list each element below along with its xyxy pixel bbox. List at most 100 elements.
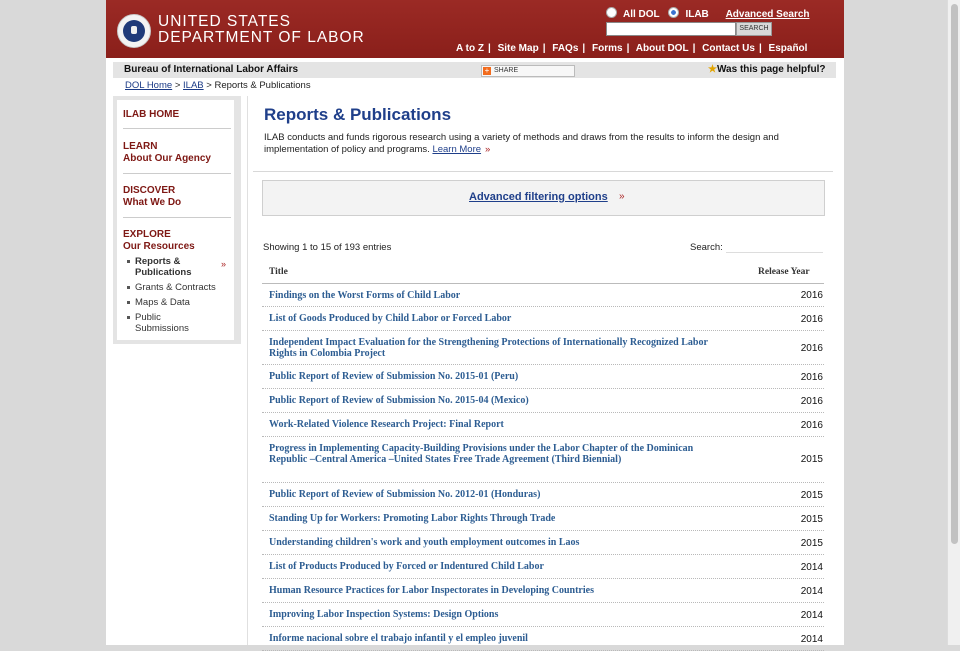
seal-eagle-icon	[123, 20, 145, 42]
row-title-link[interactable]: List of Products Produced by Forced or I…	[269, 561, 719, 572]
sidebar-divider	[123, 217, 231, 218]
table-search-input[interactable]	[726, 238, 823, 253]
row-title-link[interactable]: Standing Up for Workers: Promoting Labor…	[269, 513, 719, 524]
table-row: Understanding children's work and youth …	[262, 531, 824, 555]
table-row: Informe nacional sobre el trabajo infant…	[262, 627, 824, 651]
row-title-link[interactable]: Public Report of Review of Submission No…	[269, 489, 719, 500]
row-year: 2016	[800, 372, 823, 383]
nav-contact-us[interactable]: Contact Us	[702, 43, 755, 54]
row-title-link[interactable]: Understanding children's work and youth …	[269, 537, 719, 548]
sidebar-discover[interactable]: DISCOVER What We Do	[123, 185, 181, 209]
bureau-bar: Bureau of International Labor Affairs + S…	[113, 62, 836, 78]
page-helpful-link[interactable]: ★Was this page helpful?	[708, 64, 826, 75]
agency-line-2: DEPARTMENT OF LABOR	[158, 29, 365, 46]
radio-all-dol[interactable]	[606, 7, 617, 18]
share-label: SHARE	[494, 67, 519, 74]
filter-panel: Advanced filtering options »	[262, 180, 825, 216]
row-year: 2015	[800, 514, 823, 525]
nav-about-dol[interactable]: About DOL	[636, 43, 689, 54]
sidebar-divider	[123, 173, 231, 174]
scrollbar-thumb[interactable]	[951, 4, 958, 544]
radio-ilab-label: ILAB	[685, 9, 709, 20]
top-nav: A to Z | Site Map | FAQs | Forms | About DOL…	[456, 43, 808, 54]
agency-line-1: UNITED STATES	[158, 13, 291, 30]
entries-info: Showing 1 to 15 of 193 entries	[263, 242, 392, 253]
learn-more-link[interactable]: Learn More	[432, 144, 481, 155]
nav-a-to-z[interactable]: A to Z	[456, 43, 484, 54]
nav-faqs[interactable]: FAQs	[552, 43, 578, 54]
row-title-link[interactable]: Work-Related Violence Research Project: …	[269, 419, 719, 430]
sidebar-learn[interactable]: LEARN About Our Agency	[123, 141, 211, 165]
row-title-link[interactable]: Improving Labor Inspection Systems: Desi…	[269, 609, 719, 620]
site-header: UNITED STATES DEPARTMENT OF LABOR All DO…	[106, 0, 844, 58]
advanced-search-link[interactable]: Advanced Search	[726, 9, 810, 20]
table-row: Progress in Implementing Capacity-Buildi…	[262, 437, 824, 483]
nav-espanol[interactable]: Español	[769, 43, 808, 54]
share-button[interactable]: + SHARE	[481, 65, 575, 77]
radio-all-dol-label: All DOL	[623, 9, 660, 20]
page-title: Reports & Publications	[264, 105, 452, 124]
section-divider	[253, 171, 833, 172]
sidebar-discover-sub: What We Do	[123, 197, 182, 208]
row-year: 2014	[800, 634, 823, 645]
nav-site-map[interactable]: Site Map	[498, 43, 539, 54]
row-title-link[interactable]: Public Report of Review of Submission No…	[269, 371, 719, 382]
sidebar-item-submissions[interactable]: Public Submissions	[127, 312, 195, 334]
filter-arrow-icon: »	[619, 191, 625, 202]
table-row: List of Goods Produced by Child Labor or…	[262, 307, 824, 331]
sidebar-item-maps[interactable]: Maps & Data	[127, 297, 216, 308]
search-button[interactable]: SEARCH	[736, 22, 772, 36]
column-header-title[interactable]: Title	[269, 267, 288, 277]
table-row: Public Report of Review of Submission No…	[262, 365, 824, 389]
row-year: 2015	[800, 538, 823, 549]
row-year: 2016	[800, 314, 823, 325]
table-row: Human Resource Practices for Labor Inspe…	[262, 579, 824, 603]
breadcrumb: DOL Home > ILAB > Reports & Publications	[125, 80, 311, 91]
sidebar-item-reports[interactable]: Reports & Publications	[127, 256, 203, 278]
sidebar-explore[interactable]: EXPLORE Our Resources	[123, 229, 195, 253]
row-year: 2015	[800, 454, 823, 465]
nav-forms[interactable]: Forms	[592, 43, 623, 54]
page-scrollbar[interactable]	[947, 0, 960, 645]
agency-name[interactable]: UNITED STATES DEPARTMENT OF LABOR	[158, 14, 365, 46]
row-title-link[interactable]: Public Report of Review of Submission No…	[269, 395, 719, 406]
breadcrumb-dol-home[interactable]: DOL Home	[125, 80, 172, 91]
sidebar: ILAB HOME LEARN About Our Agency DISCOVE…	[113, 96, 241, 344]
row-title-link[interactable]: Progress in Implementing Capacity-Buildi…	[269, 443, 719, 465]
row-year: 2014	[800, 562, 823, 573]
table-row: List of Products Produced by Forced or I…	[262, 555, 824, 579]
row-year: 2014	[800, 610, 823, 621]
share-plus-icon: +	[483, 66, 491, 75]
row-year: 2016	[800, 420, 823, 431]
table-row: Improving Labor Inspection Systems: Desi…	[262, 603, 824, 627]
learn-more-arrow-icon: »	[485, 144, 491, 155]
intro-body: ILAB conducts and funds rigorous researc…	[264, 132, 779, 155]
sidebar-explore-label: EXPLORE	[123, 229, 171, 240]
site-search-input[interactable]	[606, 22, 736, 36]
row-year: 2016	[800, 290, 823, 301]
row-year: 2016	[800, 396, 823, 407]
row-title-link[interactable]: Human Resource Practices for Labor Inspe…	[269, 585, 719, 596]
row-year: 2015	[800, 490, 823, 501]
row-title-link[interactable]: List of Goods Produced by Child Labor or…	[269, 313, 719, 324]
row-title-link[interactable]: Findings on the Worst Forms of Child Lab…	[269, 290, 719, 301]
column-header-year[interactable]: Release Year	[758, 267, 810, 277]
table-row: Standing Up for Workers: Promoting Labor…	[262, 507, 824, 531]
main-content: Reports & Publications ILAB conducts and…	[247, 96, 837, 651]
row-year: 2014	[800, 586, 823, 597]
sidebar-resource-list: Reports & Publications Grants & Contract…	[127, 256, 216, 338]
sidebar-ilab-home[interactable]: ILAB HOME	[123, 109, 179, 121]
row-title-link[interactable]: Informe nacional sobre el trabajo infant…	[269, 633, 719, 644]
table-row: Work-Related Violence Research Project: …	[262, 413, 824, 437]
row-title-link[interactable]: Independent Impact Evaluation for the St…	[269, 337, 719, 359]
radio-ilab[interactable]	[668, 7, 680, 18]
table-row: Public Report of Review of Submission No…	[262, 389, 824, 413]
breadcrumb-ilab[interactable]: ILAB	[183, 80, 204, 91]
sidebar-item-grants[interactable]: Grants & Contracts	[127, 282, 216, 293]
publications-table: Findings on the Worst Forms of Child Lab…	[262, 284, 824, 651]
table-row: Public Report of Review of Submission No…	[262, 483, 824, 507]
dol-seal-logo[interactable]	[117, 14, 151, 48]
advanced-filtering-link[interactable]: Advanced filtering options	[469, 191, 608, 203]
page: UNITED STATES DEPARTMENT OF LABOR All DO…	[106, 0, 844, 651]
page-helpful-label: Was this page helpful?	[716, 64, 826, 75]
